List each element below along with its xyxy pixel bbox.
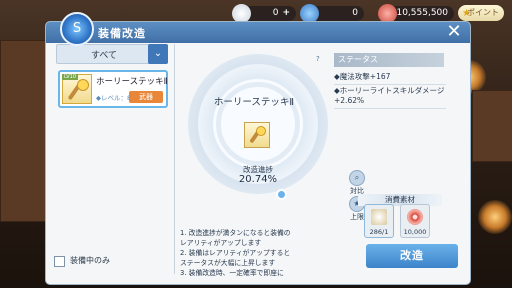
shelf-decoration [472,90,512,162]
currency-1: 0 + [232,4,296,23]
status-header: ステータス [334,53,444,67]
item-name: ホーリーステッキⅡ [96,77,168,87]
stat-row: ◆ホーリーライトスキルダメージ+2.62% [334,86,446,109]
lamp-decoration [478,200,512,234]
wand-item-icon: LV10 [62,74,92,104]
material-count: 286/1 [369,228,389,236]
material-zeny[interactable]: 10,000 [400,204,430,238]
currency-2: 0 [300,4,364,23]
upgrade-emblem-icon: S [60,12,94,46]
info-line: 1. 改造進捗が満タンになると装備の [180,229,291,237]
equipment-upgrade-window: 装備改造 ✕ すべて ⌄ LV10 ホーリーステッキⅡ ◆レベル：80 武器 装… [46,22,470,284]
title-bar: 装備改造 ✕ [46,22,470,43]
wand-head [77,79,89,91]
zeny-icon [378,4,397,23]
chevron-down-icon[interactable]: ⌄ [148,44,168,64]
add-currency-button[interactable]: + [282,6,290,21]
equipment-list-panel: すべて ⌄ LV10 ホーリーステッキⅡ ◆レベル：80 武器 [56,44,172,280]
item-category-badge: 武器 [129,91,163,103]
stat-text: 魔法攻撃+167 [339,72,391,81]
help-icon[interactable]: ? [316,55,325,64]
progress-value: 20.74% [238,174,278,185]
currency-1-icon [232,4,251,23]
progress-indicator [276,189,287,200]
upgrade-button[interactable]: 改造 [366,244,458,268]
zeny-icon [407,209,423,225]
wall-decoration [0,40,46,222]
material-count: 10,000 [403,228,427,236]
currency-2-icon [300,4,319,23]
selected-item-name: ホーリーステッキⅡ [213,97,295,108]
scroll-icon [371,209,387,225]
info-line: ステータスが大幅に上昇します [180,259,276,267]
compare-button[interactable]: ⌕ 対比 [348,170,366,196]
column-divider [174,44,175,274]
wand-head [256,126,266,136]
stat-text: ホーリーライトスキルダメージ+2.62% [334,86,445,105]
upgrade-info-text: 1. 改造進捗が満タンになると装備の レアリティがアップします 2. 装備はレア… [180,228,330,278]
info-line: 2. 装備はレアリティがアップすると [180,249,291,257]
limit-label: 上限 [350,213,364,221]
currency-2-value: 0 [352,8,358,18]
currency-1-value: 0 [272,8,279,18]
zeny-currency: 10,555,500 [378,4,454,23]
search-icon: ⌕ [349,170,365,186]
filter-dropdown[interactable]: すべて ⌄ [56,44,168,64]
equipment-list-item[interactable]: LV10 ホーリーステッキⅡ ◆レベル：80 武器 [58,70,168,108]
material-scroll[interactable]: 286/1 [364,204,394,238]
item-tag: LV10 [62,74,79,80]
star-icon: ★ [462,8,471,19]
zeny-value: 10,555,500 [396,8,448,18]
equipped-only-label: 装備中のみ [70,256,110,265]
filter-label: すべて [91,51,118,61]
point-label: ポイント [467,8,499,17]
window-title: 装備改造 [98,27,146,40]
wand-item-icon [244,122,270,148]
stat-row: ◆魔法攻撃+167 [334,72,446,85]
equipped-only-checkbox[interactable]: 装備中のみ [54,254,174,268]
checkbox-box[interactable] [54,256,65,267]
close-button[interactable]: ✕ [444,22,464,42]
info-line: レアリティがアップします [180,239,262,247]
info-line: 3. 装備改造時、一定確率で即座に [180,269,284,277]
point-button[interactable]: ★ ポイント [458,5,504,21]
